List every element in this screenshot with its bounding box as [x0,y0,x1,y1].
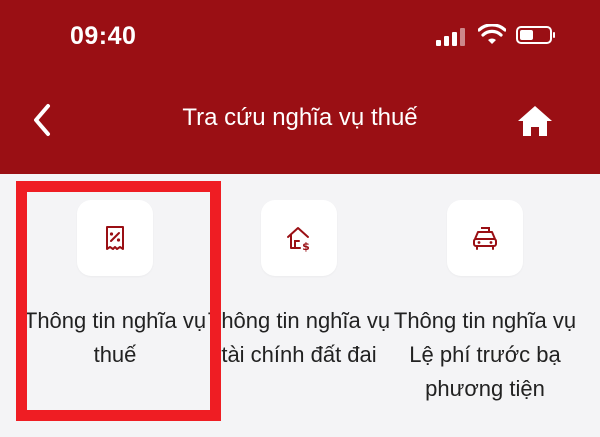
vehicle-registration-fee-item[interactable]: Thông tin nghĩa vụ Lệ phí trước bạ phươn… [385,200,585,406]
battery-icon [516,26,555,44]
item-label: Thông tin nghĩa vụ Lệ phí trước bạ phươn… [393,308,577,401]
item-label: Thông tin nghĩa vụ tài chính đất đai [207,308,391,367]
wifi-icon [478,24,506,44]
icon-box [77,200,153,276]
icon-box: $ [261,200,337,276]
taxi-icon [473,227,497,250]
home-button[interactable] [516,104,554,138]
tax-obligation-info-item[interactable]: Thông tin nghĩa vụ thuế [15,200,215,372]
status-time: 09:40 [70,22,137,50]
receipt-percent-icon [106,226,124,250]
icon-box [447,200,523,276]
land-finance-obligation-item[interactable]: $ Thông tin nghĩa vụ tài chính đất đai [199,200,399,372]
page-title: Tra cứu nghĩa vụ thuế [182,104,418,131]
item-label: Thông tin nghĩa vụ thuế [23,308,207,367]
house-dollar-icon: $ [287,227,310,252]
app-header: 09:40 Tra cứu nghĩa vụ thuế [0,0,600,174]
svg-text:$: $ [302,240,310,252]
signal-icon [436,28,466,46]
